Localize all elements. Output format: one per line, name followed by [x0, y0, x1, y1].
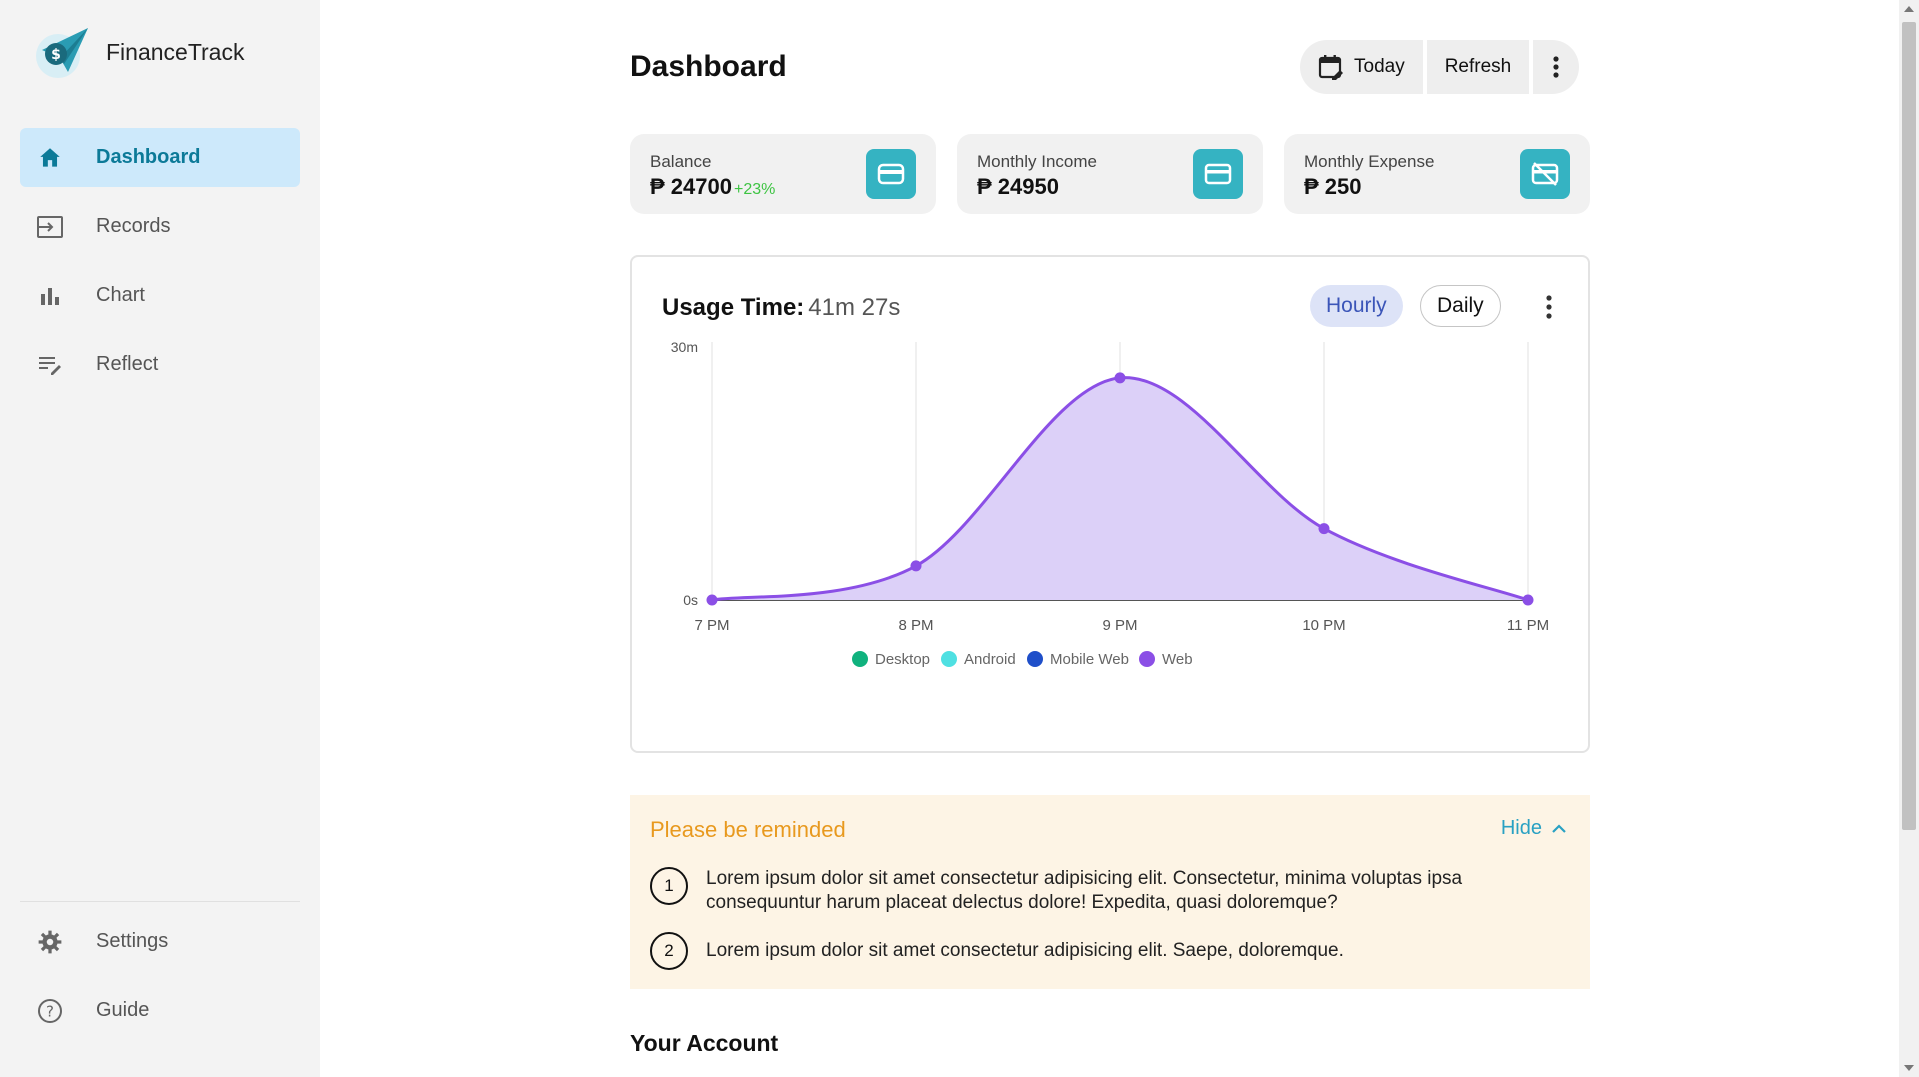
scroll-up-arrow-icon[interactable] [1904, 6, 1914, 12]
x-tick-label: 7 PM [694, 617, 729, 634]
bar-chart-icon [36, 282, 64, 310]
paper-plane-logo-icon: $ [36, 28, 88, 78]
x-tick-label: 8 PM [898, 617, 933, 634]
scroll-thumb[interactable] [1902, 22, 1916, 830]
reminder-item: 2 Lorem ipsum dolor sit amet consectetur… [650, 932, 1570, 970]
stat-label: Monthly Income [977, 152, 1097, 171]
sidebar-item-label: Reflect [96, 353, 159, 375]
sidebar-item-label: Records [96, 215, 171, 237]
legend-label: Web [1162, 651, 1193, 668]
reminder-number: 1 [650, 867, 688, 905]
monthly-income-card: Monthly Income ₱ 24950 [957, 134, 1263, 214]
login-arrow-icon [36, 213, 64, 241]
legend-label: Desktop [875, 651, 930, 668]
sidebar-item-guide[interactable]: ? Guide [20, 981, 300, 1040]
balance-delta: +23% [733, 181, 776, 198]
y-tick-label: 0s [683, 592, 698, 608]
refresh-button[interactable]: Refresh [1422, 40, 1530, 94]
usage-chart-card: Usage Time: 41m 27s Hourly Daily 0s 30m 7 P… [630, 255, 1590, 753]
legend-marker [1139, 651, 1155, 667]
today-button[interactable]: Today [1300, 40, 1423, 94]
legend-label: Mobile Web [1050, 651, 1129, 668]
web-data-point [1318, 523, 1330, 535]
sidebar-item-label: Settings [96, 930, 169, 952]
web-data-point [706, 594, 718, 606]
page-title: Dashboard [630, 50, 787, 83]
web-data-point [1114, 372, 1126, 384]
stats-row: Balance ₱ 24700 +23% Monthly Income ₱ 249… [630, 134, 1590, 214]
more-options-button[interactable] [1529, 40, 1579, 94]
sidebar-item-settings[interactable]: Settings [20, 912, 300, 971]
sidebar-item-records[interactable]: Records [20, 197, 300, 256]
stat-label: Monthly Expense [1304, 152, 1435, 171]
stat-value: ₱ 24700 +23% [650, 174, 776, 199]
home-icon [36, 144, 64, 172]
today-label: Today [1354, 56, 1405, 77]
sidebar-item-label: Dashboard [96, 146, 201, 168]
sidebar: $ FinanceTrack Dashboard Records Chart R… [0, 0, 320, 1077]
monthly-expense-card: Monthly Expense ₱ 250 [1284, 134, 1590, 214]
stat-value: ₱ 24950 [977, 174, 1059, 199]
reminder-panel: Please be reminded Hide 1 Lorem ipsum do… [630, 795, 1590, 989]
reminder-item: 1 Lorem ipsum dolor sit amet consectetur… [650, 867, 1570, 915]
help-circle-icon: ? [36, 997, 64, 1025]
svg-text:$: $ [51, 47, 61, 63]
sidebar-item-label: Guide [96, 999, 150, 1021]
reminder-text: Lorem ipsum dolor sit amet consectetur a… [706, 868, 1463, 913]
sidebar-nav: Dashboard Records Chart Reflect [20, 128, 300, 404]
sidebar-item-reflect[interactable]: Reflect [20, 335, 300, 394]
x-tick-label: 9 PM [1102, 617, 1137, 634]
web-data-point [1522, 594, 1534, 606]
sidebar-item-label: Chart [96, 284, 145, 306]
svg-text:?: ? [46, 1002, 54, 1020]
brand[interactable]: $ FinanceTrack [34, 24, 244, 80]
legend-marker [941, 651, 957, 667]
stat-label: Balance [650, 152, 712, 171]
hide-label: Hide [1500, 817, 1542, 839]
sidebar-item-chart[interactable]: Chart [20, 266, 300, 325]
sidebar-bottom-nav: Settings ? Guide [20, 901, 300, 1050]
sidebar-item-dashboard[interactable]: Dashboard [20, 128, 300, 187]
your-account-heading: Your Account [630, 1030, 779, 1056]
chevron-up-icon [1552, 823, 1566, 833]
scrollbar[interactable] [1899, 0, 1919, 1077]
calendar-edit-icon [1318, 55, 1343, 80]
wallet-card-icon [866, 149, 916, 199]
x-tick-label: 11 PM [1507, 617, 1549, 634]
credit-card-off-icon [1520, 149, 1570, 199]
brand-name: FinanceTrack [106, 38, 245, 65]
usage-area-chart: 0s 30m 7 PM 8 PM 9 PM 10 PM 11 PM Desktop Androi… [671, 339, 1549, 668]
kebab-menu-icon [1553, 56, 1559, 78]
header-actions: Today Refresh [1300, 40, 1580, 94]
legend-marker [1027, 651, 1043, 667]
hide-reminder-button[interactable]: Hide [1501, 817, 1566, 840]
web-data-point [910, 560, 922, 572]
balance-card: Balance ₱ 24700 +23% [630, 134, 936, 214]
stat-value: ₱ 250 [1304, 174, 1362, 199]
scroll-down-arrow-icon[interactable] [1904, 1065, 1914, 1071]
credit-card-icon [1193, 149, 1243, 199]
legend-label: Android [964, 651, 1016, 668]
gear-icon [36, 928, 64, 956]
refresh-label: Refresh [1444, 56, 1512, 77]
edit-notes-icon [36, 351, 64, 379]
y-tick-label: 30m [671, 339, 698, 355]
reminder-number: 2 [650, 932, 688, 970]
web-area-fill [712, 377, 1528, 600]
legend-marker [852, 651, 868, 667]
x-tick-label: 10 PM [1302, 617, 1345, 634]
reminder-title: Please be reminded [650, 817, 846, 842]
reminder-text: Lorem ipsum dolor sit amet consectetur a… [706, 940, 1344, 961]
